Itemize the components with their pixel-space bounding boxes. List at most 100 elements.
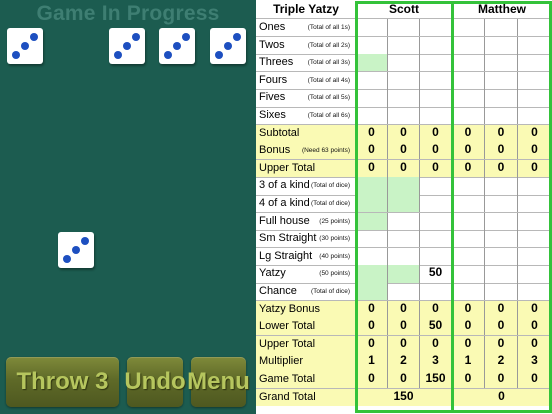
score-cell[interactable]	[485, 107, 518, 125]
pip	[164, 51, 172, 59]
score-cell[interactable]	[485, 177, 518, 195]
score-cell[interactable]	[518, 71, 552, 90]
score-cell[interactable]	[420, 54, 452, 72]
score-cell[interactable]	[388, 177, 420, 195]
score-cell[interactable]	[356, 265, 388, 283]
score-cell[interactable]	[452, 54, 485, 72]
score-cell[interactable]: 50	[420, 265, 452, 283]
die-5[interactable]	[58, 232, 94, 268]
score-cell[interactable]	[356, 19, 388, 37]
score-cell[interactable]	[485, 212, 518, 231]
score-cell[interactable]	[420, 36, 452, 55]
throw-button[interactable]: Throw 3	[6, 357, 119, 407]
grand-total-matthew: 0	[452, 388, 552, 407]
row-label-upper-total: Upper Total	[256, 159, 356, 178]
score-cell[interactable]	[485, 265, 518, 283]
score-cell[interactable]	[485, 19, 518, 37]
score-cell: 2	[485, 353, 518, 371]
player-name-matthew: Matthew	[478, 2, 526, 16]
score-cell[interactable]	[388, 247, 420, 266]
score-cell[interactable]	[452, 177, 485, 195]
score-cell[interactable]	[356, 230, 388, 248]
score-cell[interactable]	[485, 54, 518, 72]
score-cell[interactable]	[420, 212, 452, 231]
score-cell[interactable]	[452, 283, 485, 301]
score-cell[interactable]	[356, 283, 388, 301]
score-cell[interactable]	[485, 71, 518, 90]
score-cell[interactable]	[356, 71, 388, 90]
score-cell[interactable]	[388, 265, 420, 283]
score-cell[interactable]	[518, 247, 552, 266]
score-cell[interactable]	[485, 195, 518, 213]
score-cell[interactable]	[518, 230, 552, 248]
score-cell[interactable]	[388, 230, 420, 248]
score-cell[interactable]	[518, 177, 552, 195]
score-cell[interactable]	[356, 54, 388, 72]
score-cell: 0	[356, 371, 388, 389]
score-cell[interactable]	[388, 54, 420, 72]
score-cell[interactable]	[518, 195, 552, 213]
score-cell[interactable]	[452, 89, 485, 107]
score-cell[interactable]	[356, 247, 388, 266]
score-cell[interactable]	[452, 195, 485, 213]
score-cell[interactable]	[518, 283, 552, 301]
row-label-text: Game Total	[259, 373, 316, 385]
score-cell[interactable]	[518, 265, 552, 283]
score-cell[interactable]	[388, 71, 420, 90]
score-cell[interactable]	[485, 89, 518, 107]
score-cell[interactable]	[420, 89, 452, 107]
score-cell[interactable]	[388, 195, 420, 213]
score-cell: 0	[356, 124, 388, 143]
die-3[interactable]	[159, 28, 195, 64]
score-cell[interactable]	[485, 36, 518, 55]
die-1[interactable]	[7, 28, 43, 64]
score-cell[interactable]	[356, 36, 388, 55]
score-cell[interactable]	[518, 36, 552, 55]
score-cell[interactable]	[452, 107, 485, 125]
score-cell[interactable]	[356, 212, 388, 231]
score-cell[interactable]	[420, 230, 452, 248]
score-cell[interactable]	[420, 195, 452, 213]
score-cell[interactable]	[420, 247, 452, 266]
score-cell[interactable]	[518, 107, 552, 125]
score-cell[interactable]	[356, 195, 388, 213]
score-cell[interactable]	[518, 89, 552, 107]
row-label-text: Sm Straight	[259, 232, 317, 245]
score-cell[interactable]	[452, 212, 485, 231]
score-cell[interactable]	[356, 177, 388, 195]
pip	[173, 42, 181, 50]
row-label-sm-straight: Sm Straight (30 points)	[256, 230, 356, 248]
score-cell[interactable]	[452, 247, 485, 266]
score-cell[interactable]	[356, 107, 388, 125]
score-cell[interactable]	[388, 89, 420, 107]
menu-button[interactable]: Menu	[187, 357, 250, 407]
score-cell[interactable]	[452, 36, 485, 55]
row-label-4-of-a-kind: 4 of a kind (Total of dice)	[256, 195, 356, 213]
score-cell[interactable]	[420, 71, 452, 90]
score-cell[interactable]	[388, 36, 420, 55]
score-cell[interactable]	[518, 54, 552, 72]
score-cell[interactable]	[452, 19, 485, 37]
row-label-ones: Ones (Total of all 1s)	[256, 19, 356, 37]
die-4[interactable]	[210, 28, 246, 64]
score-cell[interactable]	[485, 247, 518, 266]
die-2[interactable]	[109, 28, 145, 64]
score-cell[interactable]	[420, 107, 452, 125]
score-cell[interactable]	[420, 177, 452, 195]
score-cell[interactable]	[518, 19, 552, 37]
score-cell[interactable]	[485, 283, 518, 301]
score-cell[interactable]	[452, 71, 485, 90]
score-cell[interactable]	[388, 212, 420, 231]
score-cell: 0	[356, 335, 388, 354]
score-cell[interactable]	[388, 19, 420, 37]
score-cell[interactable]	[356, 89, 388, 107]
score-cell[interactable]	[518, 212, 552, 231]
score-cell[interactable]	[420, 19, 452, 37]
score-cell[interactable]	[420, 283, 452, 301]
score-cell[interactable]	[388, 283, 420, 301]
score-cell[interactable]	[485, 230, 518, 248]
score-cell[interactable]	[452, 230, 485, 248]
score-cell[interactable]	[452, 265, 485, 283]
score-cell[interactable]	[388, 107, 420, 125]
undo-button[interactable]: Undo	[124, 357, 186, 407]
